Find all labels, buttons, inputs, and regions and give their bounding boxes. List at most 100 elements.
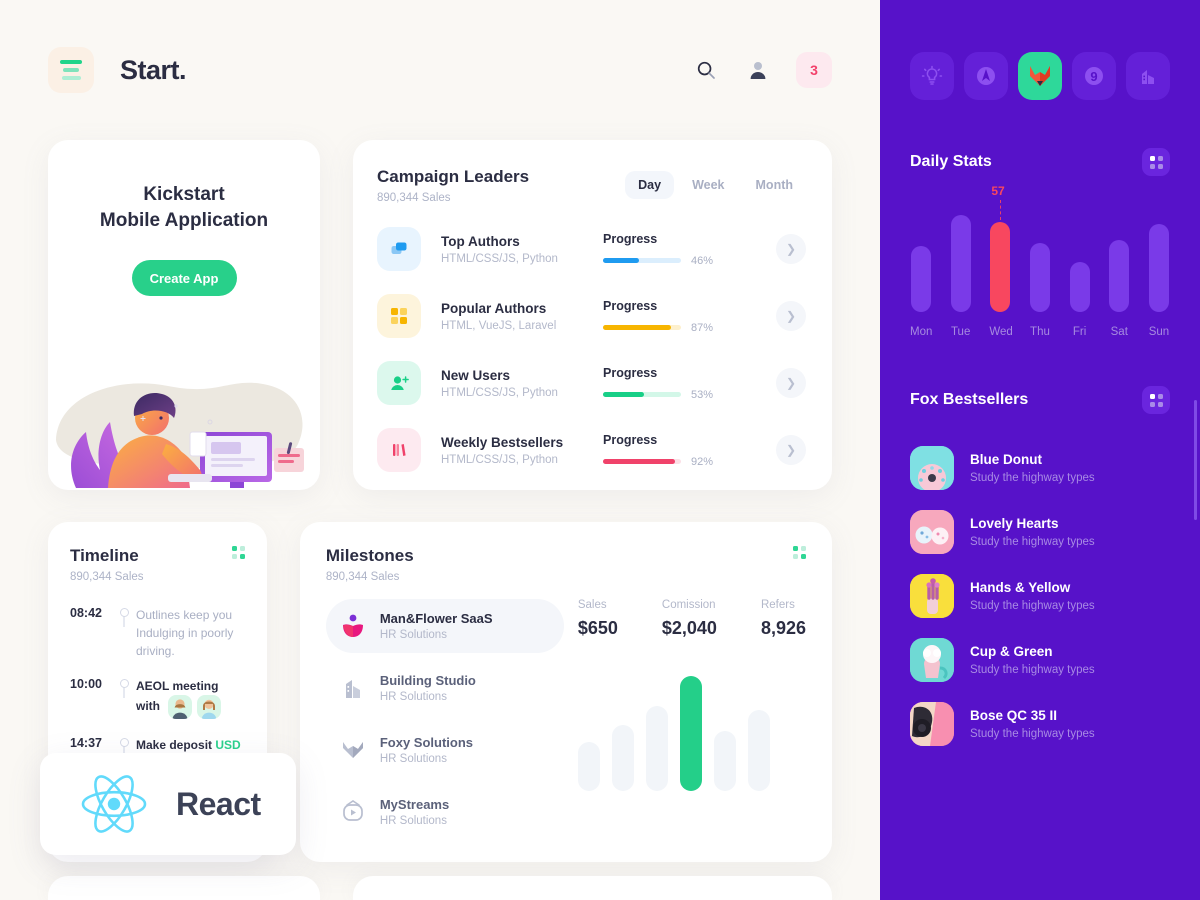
create-app-button[interactable]: Create App [131, 260, 237, 297]
campaign-row-info: Top Authors HTML/CSS/JS, Python [441, 234, 591, 265]
bestseller-row[interactable]: Blue Donut Study the highway types [910, 436, 1170, 500]
hamburger-menu-icon[interactable] [48, 47, 94, 93]
grid-squares-icon [377, 294, 421, 338]
timeline-header: Timeline 890,344 Sales [70, 546, 245, 583]
daily-bar-column [1029, 202, 1051, 312]
tab-month[interactable]: Month [743, 171, 806, 199]
timeline-text: AEOL meeting with [136, 676, 245, 719]
user-plus-icon [377, 361, 421, 405]
progress-fill [603, 258, 639, 263]
milestones-body: Man&Flower SaaS HR Solutions Building Stud… [325, 599, 806, 847]
chat-bubbles-icon [377, 227, 421, 271]
progress-track [603, 392, 681, 397]
daily-bar-label: Wed [989, 326, 1013, 338]
milestone-stat-label: Sales [577, 599, 607, 611]
campaign-row-tech: HTML/CSS/JS, Python [441, 453, 558, 466]
campaign-row-tech: HTML, VueJS, Laravel [441, 319, 557, 332]
bestseller-name: Hands & Yellow [970, 580, 1071, 595]
bestseller-name: Bose QC 35 II [970, 708, 1058, 723]
milestone-stat-label: Refers [760, 599, 795, 611]
dot-grid-icon[interactable] [1142, 386, 1170, 414]
cup-photo [910, 638, 954, 682]
campaign-row[interactable]: Weekly Bestsellers HTML/CSS/JS, Python Pro… [377, 421, 806, 479]
timeline-dot [119, 679, 129, 688]
daily-stats-highlight-value: 57 [991, 184, 1005, 199]
milestone-stat-value: 8,926 [760, 618, 806, 638]
svg-text:9: 9 [1090, 69, 1097, 84]
react-badge-card[interactable]: React [40, 753, 296, 855]
milestone-stat-value: $650 [577, 618, 618, 638]
progress-percent: 46% [691, 254, 714, 267]
search-icon[interactable] [692, 56, 720, 84]
milestone-row[interactable]: Building Studio HR Solutions [326, 661, 564, 715]
progress-label: Progress [603, 365, 658, 380]
dot-grid-icon[interactable] [1142, 148, 1170, 176]
milestones-card: Milestones 890,344 Sales Man&Flower SaaS… [299, 522, 832, 862]
timeline-time: 10:00 [70, 677, 102, 691]
tab-week[interactable]: Week [679, 171, 737, 199]
nine-badge-icon[interactable]: 9 [1072, 52, 1116, 100]
building-icon[interactable] [1126, 52, 1170, 100]
daily-bar-label: Sat [1110, 326, 1128, 338]
milestones-title: Milestones [325, 546, 414, 565]
kickstart-title: Kickstart Mobile Application [48, 182, 320, 234]
milestone-row[interactable]: Foxy Solutions HR Solutions [326, 723, 564, 777]
gauge-icon[interactable] [964, 52, 1008, 100]
brand-title: Start. [120, 54, 187, 85]
daily-bar-label: Fri [1072, 326, 1087, 338]
timeline-item[interactable]: 10:00 AEOL meeting with [70, 676, 245, 719]
milestone-info: Foxy Solutions HR Solutions [380, 735, 473, 765]
daily-bar-column [1108, 202, 1130, 312]
bestsellers-title: Fox Bestsellers [910, 391, 1029, 408]
sidebar-scrollbar[interactable] [1194, 400, 1197, 520]
chevron-right-icon[interactable]: ❯ [776, 435, 806, 465]
campaign-row[interactable]: New Users HTML/CSS/JS, Python Progress 53% ❯ [377, 354, 806, 412]
milestone-row[interactable]: MyStreams HR Solutions [326, 785, 564, 839]
progress-track [603, 258, 681, 263]
tab-day[interactable]: Day [625, 171, 675, 199]
donut-photo [910, 446, 954, 490]
milestones-stats-area: Sales $650 Comission $2,040 Refers 8,926 [564, 599, 806, 847]
bestseller-row[interactable]: Bose QC 35 II Study the highway types [910, 692, 1170, 756]
chevron-right-icon[interactable]: ❯ [776, 234, 806, 264]
daily-stats-title: Daily Stats [910, 153, 992, 170]
timeline-item[interactable]: 08:42 Outlines keep you Indulging in poor… [70, 605, 245, 660]
campaign-row-tech: HTML/CSS/JS, Python [441, 386, 558, 399]
user-avatar-icon[interactable] [744, 56, 772, 84]
timeline-dot [119, 738, 129, 747]
campaign-period-toggle: Day Week Month [625, 171, 806, 199]
bestseller-row[interactable]: Lovely Hearts Study the highway types [910, 500, 1170, 564]
daily-stats-labels: Mon Tue Wed Thu Fri Sat Sun [910, 326, 1170, 338]
daily-bar [1029, 242, 1050, 312]
milestone-stat: Refers 8,926 [761, 599, 806, 639]
bestseller-desc: Study the highway types [970, 536, 1095, 548]
milestone-chart-bar [747, 709, 770, 791]
campaign-row-name: New Users [441, 367, 511, 383]
kickstart-title-line1: Kickstart [143, 184, 225, 205]
lightbulb-icon[interactable] [910, 52, 954, 100]
dot-grid-icon[interactable] [793, 546, 806, 559]
notification-badge[interactable]: 3 [796, 52, 832, 88]
progress-percent: 53% [691, 388, 714, 401]
dot-grid-icon[interactable] [231, 546, 245, 559]
progress-label: Progress [603, 298, 658, 313]
bestseller-row[interactable]: Cup & Green Study the highway types [910, 628, 1170, 692]
campaign-row[interactable]: Top Authors HTML/CSS/JS, Python Progress 46… [377, 220, 806, 278]
progress-fill [603, 459, 675, 464]
hearts-photo [910, 510, 954, 554]
daily-bar [950, 214, 971, 312]
timeline-marker [112, 605, 136, 627]
bestseller-desc: Study the highway types [970, 472, 1095, 484]
milestone-row[interactable]: Man&Flower SaaS HR Solutions [325, 599, 564, 653]
building-icon [340, 676, 366, 700]
bestseller-name: Lovely Hearts [970, 516, 1059, 531]
fox-icon[interactable] [1018, 52, 1062, 100]
chevron-right-icon[interactable]: ❯ [776, 301, 806, 331]
bestseller-row[interactable]: Hands & Yellow Study the highway types [910, 564, 1170, 628]
chevron-right-icon[interactable]: ❯ [776, 368, 806, 398]
campaign-row[interactable]: Popular Authors HTML, VueJS, Laravel Progr… [377, 287, 806, 345]
daily-stats-header: Daily Stats [910, 148, 1170, 176]
top-header: Start. 3 [48, 0, 832, 140]
milestone-chart-bar [713, 731, 736, 791]
milestone-chart-bar [577, 741, 600, 791]
